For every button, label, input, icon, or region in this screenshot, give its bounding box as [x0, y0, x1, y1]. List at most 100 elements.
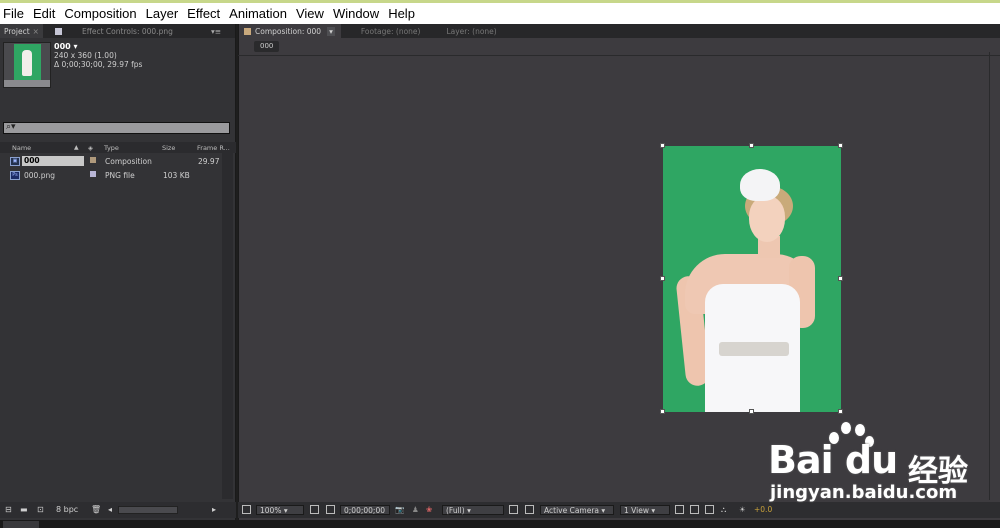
row-frame-rate: 29.97 [198, 157, 220, 166]
scroll-left-icon[interactable]: ◂ [108, 505, 112, 514]
effect-controls-icon [54, 27, 62, 35]
transform-handle[interactable] [660, 143, 665, 148]
tab-composition[interactable]: Composition: 000 ▾ [238, 24, 341, 38]
camera-select[interactable]: Active Camera ▾ [540, 505, 614, 515]
interpret-footage-icon[interactable]: ⊟ [5, 505, 12, 514]
photoshop-file-icon: Ps [10, 171, 20, 180]
scroll-right-icon[interactable]: ▸ [212, 505, 216, 514]
thumbnail-bar [4, 80, 50, 87]
row-size: 103 KB [163, 171, 190, 180]
always-preview-icon[interactable] [242, 505, 251, 514]
transform-handle[interactable] [749, 143, 754, 148]
label-swatch[interactable] [90, 171, 96, 177]
column-size[interactable]: Size [162, 144, 175, 152]
row-name: 000.png [24, 171, 55, 180]
column-frame-rate[interactable]: Frame R... [197, 144, 230, 152]
menu-effect[interactable]: Effect [184, 6, 226, 21]
tab-layer-label: Layer: (none) [446, 26, 497, 36]
menu-animation[interactable]: Animation [226, 6, 293, 21]
menu-file[interactable]: File [0, 6, 30, 21]
thumbnail-figure [22, 50, 32, 76]
project-tab-row: Project × Effect Controls: 000.png ▾≡ [0, 24, 235, 38]
panel-border [238, 24, 239, 520]
transform-handle[interactable] [749, 409, 754, 414]
table-row[interactable]: ▣ 000 Composition 29.97 [0, 155, 222, 167]
column-type[interactable]: Type [104, 144, 119, 152]
project-footer: ⊟ ▬ ⊡ 8 bpc 🗑 ◂ ▸ [0, 502, 236, 518]
new-composition-icon[interactable]: ⊡ [37, 505, 44, 514]
tab-timeline-000[interactable] [3, 521, 39, 528]
item-name[interactable]: 000 ▾ [54, 42, 142, 51]
tab-footage-label: Footage: (none) [360, 26, 421, 36]
flowchart-view-icon[interactable]: ⛬ [721, 505, 726, 515]
project-panel: Project × Effect Controls: 000.png ▾≡ 00… [0, 24, 236, 520]
transform-handle[interactable] [838, 143, 843, 148]
tab-project[interactable]: Project × [0, 24, 43, 38]
camera-value: Active Camera [544, 506, 600, 515]
transform-handle[interactable] [660, 409, 665, 414]
baidu-watermark: Bai du 经验 jingyan.baidu.com [768, 420, 998, 524]
sort-icon[interactable]: ▲ [74, 144, 79, 151]
magnification-select[interactable]: 100% ▾ [256, 505, 304, 515]
safe-margins-icon[interactable] [310, 505, 319, 514]
toggle-mask-icon[interactable] [326, 505, 335, 514]
menu-layer[interactable]: Layer [143, 6, 185, 21]
baidu-logo-text: Bai du [768, 438, 898, 482]
row-type: Composition [105, 157, 152, 166]
menu-view[interactable]: View [293, 6, 330, 21]
menu-window[interactable]: Window [330, 6, 385, 21]
snapshot-icon[interactable]: 📷 [395, 505, 404, 514]
item-info: 000 ▾ 240 x 360 (1.00) Δ 0;00;30;00, 29.… [54, 42, 142, 69]
tab-effect-label: Effect Controls: 000.png [81, 26, 173, 36]
label-column-icon[interactable]: ◈ [88, 144, 93, 152]
transform-handle[interactable] [838, 276, 843, 281]
composition-viewer[interactable] [663, 146, 841, 412]
search-icon: ⌕▾ [6, 122, 16, 132]
trash-icon[interactable]: 🗑 [91, 505, 101, 514]
exposure-icon[interactable]: ☀ [739, 505, 746, 514]
item-duration: Δ 0;00;30;00, 29.97 fps [54, 60, 143, 69]
label-swatch[interactable] [90, 157, 96, 163]
image-belt [719, 342, 789, 356]
channel-icon[interactable]: ❀ [426, 505, 432, 514]
view-layout-select[interactable]: 1 View ▾ [620, 505, 670, 515]
fast-previews-icon[interactable] [690, 505, 699, 514]
tab-project-label: Project [4, 26, 30, 36]
new-folder-icon[interactable]: ▬ [20, 505, 28, 514]
image-hat [740, 169, 780, 201]
table-row[interactable]: Ps 000.png PNG file 103 KB [0, 169, 222, 181]
menu-help[interactable]: Help [385, 6, 421, 21]
vertical-scrollbar[interactable] [222, 153, 233, 499]
column-name[interactable]: Name [12, 144, 31, 152]
tab-composition-label: Composition: 000 [255, 26, 322, 36]
bpc-label[interactable]: 8 bpc [56, 505, 78, 514]
transform-handle[interactable] [660, 276, 665, 281]
pixel-aspect-icon[interactable] [675, 505, 684, 514]
transparency-grid-icon[interactable] [525, 505, 534, 514]
tab-footage[interactable]: Footage: (none) [355, 24, 427, 38]
horizontal-scrollbar[interactable] [118, 506, 178, 514]
tab-effect-controls[interactable]: Effect Controls: 000.png [54, 26, 173, 36]
timeline-icon[interactable] [705, 505, 714, 514]
item-thumbnail [3, 42, 51, 88]
transform-handle[interactable] [838, 409, 843, 414]
thumbnail-image [14, 44, 41, 80]
breadcrumb[interactable]: 000 [254, 41, 280, 52]
lock-icon[interactable] [244, 27, 251, 35]
divider [238, 55, 1000, 56]
show-snapshot-icon[interactable]: ♟ [412, 505, 419, 514]
chevron-down-icon[interactable]: ▾ [327, 26, 335, 36]
zoom-value: 100% [260, 506, 282, 515]
panel-menu-icon[interactable]: ▾≡ [211, 27, 221, 36]
tab-layer[interactable]: Layer: (none) [440, 24, 502, 38]
region-of-interest-icon[interactable] [509, 505, 518, 514]
current-time[interactable]: 0;00;00;00 [340, 505, 390, 515]
resolution-select[interactable]: (Full) ▾ [442, 505, 504, 515]
close-icon[interactable]: × [33, 27, 39, 36]
row-type: PNG file [105, 171, 135, 180]
item-size: 240 x 360 (1.00) [54, 51, 117, 60]
search-input[interactable]: ⌕▾ [3, 122, 230, 134]
resolution-value: (Full) [446, 506, 465, 515]
menu-edit[interactable]: Edit [30, 6, 61, 21]
menu-composition[interactable]: Composition [61, 6, 142, 21]
